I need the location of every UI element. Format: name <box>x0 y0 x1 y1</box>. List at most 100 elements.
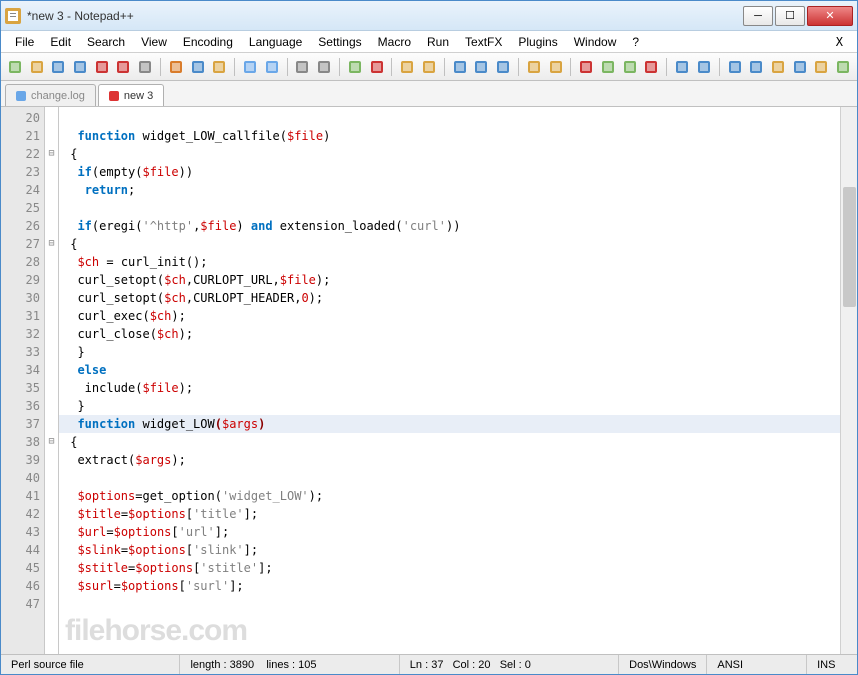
wrap-icon[interactable] <box>450 57 470 77</box>
code-line[interactable]: $surl=$options['surl']; <box>59 577 840 595</box>
menu-run[interactable]: Run <box>419 33 457 51</box>
find-icon[interactable] <box>293 57 313 77</box>
code-line[interactable] <box>59 199 840 217</box>
fold-icon[interactable] <box>524 57 544 77</box>
sync-h-icon[interactable] <box>419 57 439 77</box>
square-icon[interactable] <box>812 57 832 77</box>
code-line[interactable]: $title=$options['title']; <box>59 505 840 523</box>
code-line[interactable]: return; <box>59 181 840 199</box>
code-line[interactable]: } <box>59 397 840 415</box>
code-line[interactable]: function widget_LOW_callfile($file) <box>59 127 840 145</box>
code-line[interactable]: curl_close($ch); <box>59 325 840 343</box>
rec-icon[interactable] <box>576 57 596 77</box>
tri-up-icon[interactable] <box>725 57 745 77</box>
code-line[interactable]: curl_exec($ch); <box>59 307 840 325</box>
redo-icon[interactable] <box>262 57 282 77</box>
toolbar-separator <box>287 58 288 76</box>
open-icon[interactable] <box>27 57 47 77</box>
menu-settings[interactable]: Settings <box>310 33 369 51</box>
close-all-icon[interactable] <box>114 57 134 77</box>
sync-v-icon[interactable] <box>397 57 417 77</box>
zoom-in-icon[interactable] <box>345 57 365 77</box>
fold-marker[interactable]: ⊟ <box>45 235 58 253</box>
toolbar-separator <box>666 58 667 76</box>
tab-change.log[interactable]: change.log <box>5 84 96 106</box>
code-line[interactable]: { <box>59 235 840 253</box>
code-line[interactable]: else <box>59 361 840 379</box>
toolbar <box>1 53 857 81</box>
menu-encoding[interactable]: Encoding <box>175 33 241 51</box>
save-all-icon[interactable] <box>70 57 90 77</box>
line-number: 41 <box>1 487 44 505</box>
code-line[interactable]: { <box>59 433 840 451</box>
abc-icon[interactable] <box>833 57 853 77</box>
menu-plugins[interactable]: Plugins <box>510 33 565 51</box>
close-button[interactable]: ✕ <box>807 6 853 26</box>
tab-new-3[interactable]: new 3 <box>98 84 164 106</box>
back-icon[interactable] <box>672 57 692 77</box>
fold-marker[interactable]: ⊟ <box>45 433 58 451</box>
code-area[interactable]: function widget_LOW_callfile($file) { if… <box>59 107 840 654</box>
code-line[interactable]: if(eregi('^http',$file) and extension_lo… <box>59 217 840 235</box>
replace-icon[interactable] <box>314 57 334 77</box>
code-line[interactable]: function widget_LOW($args) <box>59 415 840 433</box>
code-line[interactable]: $options=get_option('widget_LOW'); <box>59 487 840 505</box>
menu-window[interactable]: Window <box>566 33 625 51</box>
menu-search[interactable]: Search <box>79 33 133 51</box>
code-line[interactable]: curl_setopt($ch,CURLOPT_HEADER,0); <box>59 289 840 307</box>
line-number: 24 <box>1 181 44 199</box>
circle-icon[interactable] <box>768 57 788 77</box>
menu-macro[interactable]: Macro <box>370 33 419 51</box>
line-number: 28 <box>1 253 44 271</box>
scrollbar-thumb[interactable] <box>843 187 856 307</box>
unfold-icon[interactable] <box>546 57 566 77</box>
tri-down-icon[interactable] <box>746 57 766 77</box>
close-icon[interactable] <box>92 57 112 77</box>
code-line[interactable]: $slink=$options['slink']; <box>59 541 840 559</box>
vertical-scrollbar[interactable] <box>840 107 857 654</box>
minimize-button[interactable]: ─ <box>743 6 773 26</box>
code-line[interactable]: include($file); <box>59 379 840 397</box>
play-icon[interactable] <box>598 57 618 77</box>
new-icon[interactable] <box>5 57 25 77</box>
wave-icon[interactable] <box>790 57 810 77</box>
line-number: 25 <box>1 199 44 217</box>
menu-edit[interactable]: Edit <box>42 33 79 51</box>
cut-icon[interactable] <box>166 57 186 77</box>
code-line[interactable]: $ch = curl_init(); <box>59 253 840 271</box>
menu-view[interactable]: View <box>133 33 175 51</box>
indent-icon[interactable] <box>493 57 513 77</box>
stop-icon[interactable] <box>642 57 662 77</box>
menu-bar: FileEditSearchViewEncodingLanguageSettin… <box>1 31 857 53</box>
code-line[interactable]: if(empty($file)) <box>59 163 840 181</box>
maximize-button[interactable]: ☐ <box>775 6 805 26</box>
fwd-icon[interactable] <box>694 57 714 77</box>
code-line[interactable]: curl_setopt($ch,CURLOPT_URL,$file); <box>59 271 840 289</box>
code-line[interactable]: extract($args); <box>59 451 840 469</box>
code-line[interactable] <box>59 595 840 613</box>
menu-language[interactable]: Language <box>241 33 310 51</box>
copy-icon[interactable] <box>188 57 208 77</box>
paste-icon[interactable] <box>209 57 229 77</box>
tab-bar: change.lognew 3 <box>1 81 857 107</box>
code-line[interactable] <box>59 469 840 487</box>
menu-textfx[interactable]: TextFX <box>457 33 510 51</box>
all-chars-icon[interactable] <box>472 57 492 77</box>
zoom-out-icon[interactable] <box>367 57 387 77</box>
code-line[interactable]: { <box>59 145 840 163</box>
save-icon[interactable] <box>48 57 68 77</box>
fold-marker <box>45 415 58 433</box>
fold-marker <box>45 469 58 487</box>
menu-doc-close[interactable]: X <box>828 35 851 49</box>
menu-file[interactable]: File <box>7 33 42 51</box>
menu-?[interactable]: ? <box>624 33 647 51</box>
line-number: 33 <box>1 343 44 361</box>
code-line[interactable]: } <box>59 343 840 361</box>
code-line[interactable]: $url=$options['url']; <box>59 523 840 541</box>
undo-icon[interactable] <box>240 57 260 77</box>
code-line[interactable]: $stitle=$options['stitle']; <box>59 559 840 577</box>
play-multi-icon[interactable] <box>620 57 640 77</box>
print-icon[interactable] <box>135 57 155 77</box>
fold-marker[interactable]: ⊟ <box>45 145 58 163</box>
code-line[interactable] <box>59 109 840 127</box>
